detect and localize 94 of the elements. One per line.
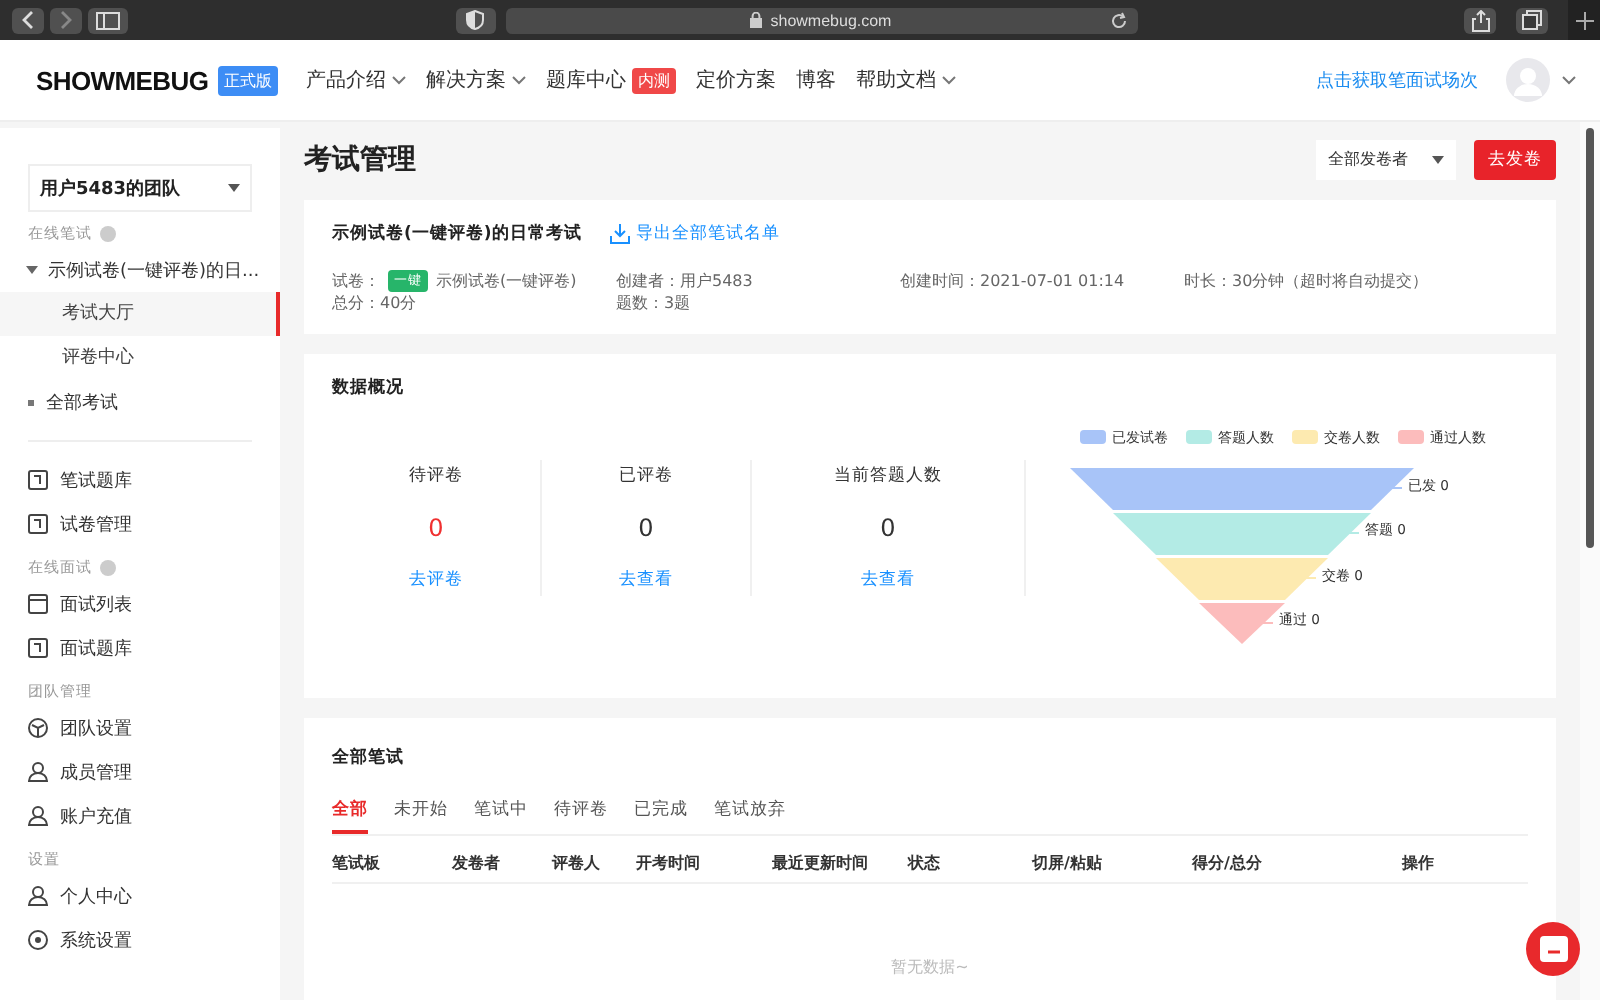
beta-badge: 内测: [632, 67, 677, 93]
promo-link[interactable]: 点击获取笔面试场次: [1316, 67, 1478, 93]
forward-button[interactable]: [50, 7, 82, 33]
column-header: 得分/总分: [1192, 852, 1264, 874]
filter-tab[interactable]: 笔试放弃: [714, 798, 786, 834]
nav-link[interactable]: 定价方案: [696, 66, 777, 94]
sidebar-item[interactable]: 成员管理: [0, 750, 280, 794]
bullet-icon: [28, 399, 34, 405]
stat-value: 0: [428, 513, 444, 542]
sidebar-item[interactable]: 团队设置: [0, 706, 280, 750]
cube-icon: [28, 718, 48, 738]
sidebar-item[interactable]: 系统设置: [0, 918, 280, 962]
user-icon: [28, 886, 48, 906]
square-icon: [28, 470, 48, 490]
edition-badge: 正式版: [218, 65, 279, 95]
chevron-right-icon: [58, 10, 74, 30]
lock-icon: [750, 12, 763, 28]
stat-label: 待评卷: [409, 463, 463, 488]
exam-title: 示例试卷(一键评卷)的日常考试: [332, 221, 582, 246]
nav-link[interactable]: 产品介绍: [306, 66, 387, 94]
back-button[interactable]: [12, 7, 44, 33]
window-icon: [28, 594, 48, 614]
total-score: 总分：40分: [332, 291, 419, 314]
chevron-left-icon: [20, 10, 36, 30]
filter-tab[interactable]: 全部: [332, 798, 368, 834]
section-title: 数据概况: [332, 375, 406, 400]
team-select[interactable]: 用户5483的团队: [28, 164, 252, 212]
page-title: 考试管理: [304, 141, 418, 178]
stat-label: 当前答题人数: [834, 463, 942, 488]
plus-icon: [1575, 11, 1593, 29]
paper-label: 试卷：: [332, 269, 380, 292]
stat-value: 0: [638, 513, 654, 542]
user-icon: [28, 806, 48, 826]
sidebar-item[interactable]: 账户充值: [0, 794, 280, 838]
nav-link[interactable]: 解决方案: [426, 66, 507, 94]
column-header: 评卷人: [552, 852, 602, 874]
settings-icon: [28, 930, 48, 950]
shield-icon: [466, 10, 484, 30]
column-header: 开考时间: [636, 852, 702, 874]
column-header: 最近更新时间: [772, 852, 870, 874]
tabs-button[interactable]: [1516, 7, 1548, 33]
column-header: 发卷者: [452, 852, 502, 874]
sidebar-item[interactable]: 面试列表: [0, 582, 280, 626]
sidebar-item[interactable]: 评卷中心: [0, 336, 280, 380]
exam-detail: 创建时间：2021-07-01 01:14: [900, 269, 1127, 292]
nav-link[interactable]: 题库中心: [546, 66, 627, 94]
column-header: 切屏/粘贴: [1032, 852, 1104, 874]
filter-tab[interactable]: 未开始: [394, 798, 448, 834]
empty-message: 暂无数据~: [889, 956, 971, 978]
column-header: 状态: [908, 852, 942, 874]
exam-detail: 创建者：用户5483: [616, 269, 755, 292]
sidebar-icon: [96, 11, 120, 29]
sidebar-item[interactable]: 笔试题库: [0, 458, 280, 502]
square-icon: [28, 638, 48, 658]
publish-button[interactable]: 去发卷: [1474, 139, 1556, 180]
stat-label: 已评卷: [619, 463, 673, 488]
chat-icon: [1539, 936, 1567, 962]
exam-detail: 题数：3题: [616, 291, 693, 314]
stat-value: 0: [880, 513, 896, 542]
filter-tab[interactable]: 待评卷: [554, 798, 608, 834]
column-header: 笔试板: [332, 852, 382, 874]
sidebar-toggle-button[interactable]: [88, 7, 128, 33]
user-icon: [28, 762, 48, 782]
share-icon: [1471, 9, 1489, 31]
shield-button[interactable]: [455, 7, 495, 33]
sidebar-item[interactable]: 考试大厅: [0, 292, 280, 336]
publisher-select[interactable]: 全部发卷者: [1316, 139, 1456, 180]
caret-down-icon: [228, 184, 240, 192]
nav-link[interactable]: 博客: [796, 66, 837, 94]
caret-icon: [26, 265, 38, 275]
filter-tab[interactable]: 已完成: [634, 798, 688, 834]
address-bar[interactable]: showmebug.com: [505, 7, 1137, 33]
chevron-down-icon[interactable]: [1562, 75, 1576, 85]
tree-item[interactable]: 示例试卷(一键评卷)的日...: [0, 248, 280, 292]
document-icon: [28, 514, 48, 534]
scrollbar-thumb[interactable]: [1586, 128, 1594, 548]
paper-name: 示例试卷(一键评卷): [436, 269, 577, 292]
section-title: 全部笔试: [332, 746, 406, 770]
reload-icon: [1109, 11, 1127, 29]
download-icon: [609, 223, 630, 244]
sidebar-item[interactable]: 个人中心: [0, 874, 280, 918]
filter-tab[interactable]: 笔试中: [474, 798, 528, 834]
logo[interactable]: SHOWMEBUG: [36, 65, 209, 95]
sidebar-item[interactable]: 试卷管理: [0, 502, 280, 546]
sidebar-item[interactable]: 全部考试: [0, 380, 280, 424]
chat-button[interactable]: [1526, 922, 1580, 976]
sidebar-item[interactable]: 面试题库: [0, 626, 280, 670]
tabs-icon: [1522, 10, 1542, 30]
exam-detail: 时长：30分钟（超时将自动提交）: [1184, 269, 1431, 292]
column-header: 操作: [1402, 852, 1436, 874]
caret-down-icon: [1432, 155, 1444, 164]
new-tab-button[interactable]: [1568, 0, 1600, 40]
nav-link[interactable]: 帮助文档: [856, 66, 937, 94]
share-button[interactable]: [1464, 7, 1496, 33]
